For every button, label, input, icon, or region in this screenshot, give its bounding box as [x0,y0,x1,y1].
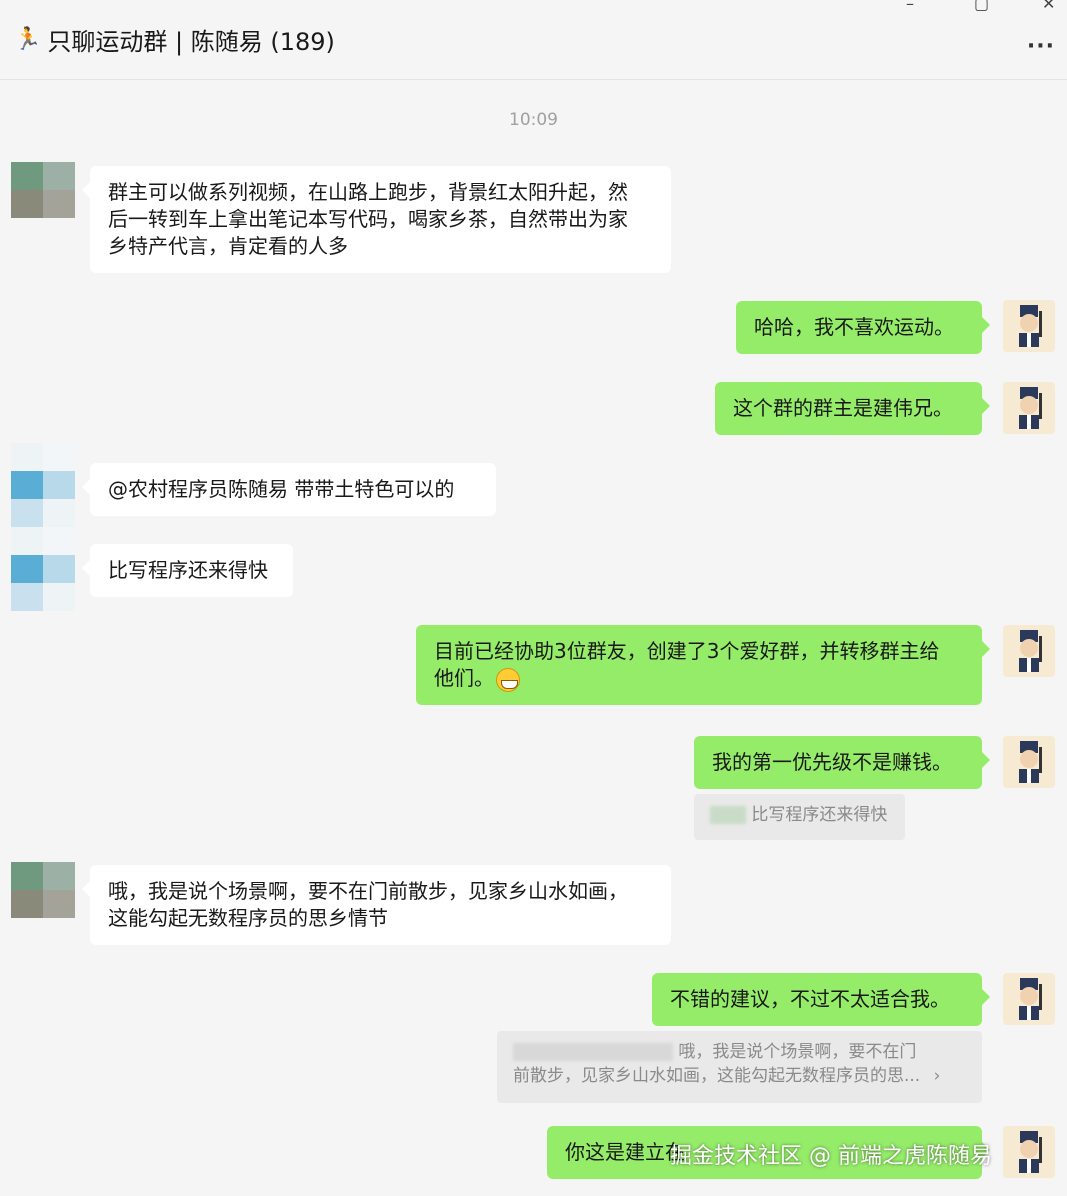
chat-title-wrap: 🏃 只聊运动群 | 陈随易 (189) [14,22,335,57]
cartoon-avatar-icon [1019,630,1042,672]
blurred-sender-name [710,806,746,824]
avatar-self[interactable] [1003,300,1055,352]
avatar-blurred[interactable] [11,862,75,918]
avatar-blurred[interactable] [11,162,75,218]
chat-header: 🏃 只聊运动群 | 陈随易 (189) – ▢ ✕ ··· [0,0,1067,80]
avatar-self[interactable] [1003,382,1055,434]
message-text: 比写程序还来得快 [108,558,268,582]
message-line: 目前已经协助3位群友，创建了3个爱好群，并转移群主给 [434,639,940,663]
message-text: 哈哈，我不喜欢运动。 [754,315,954,339]
quoted-line-wrap: 前散步，见家乡山水如画，这能勾起无数程序员的思... › [513,1064,966,1088]
quoted-message[interactable]: 哦，我是说个场景啊，要不在门 前散步，见家乡山水如画，这能勾起无数程序员的思..… [497,1031,982,1103]
cartoon-avatar-icon [1019,741,1042,783]
cartoon-avatar-icon [1019,305,1042,347]
quoted-text: 前散步，见家乡山水如画，这能勾起无数程序员的思... [513,1066,921,1086]
message-bubble-other[interactable]: @农村程序员陈随易 带带土特色可以的 [82,463,496,516]
message-bubble-self[interactable]: 我的第一优先级不是赚钱。 [694,736,990,789]
message-bubble-self[interactable]: 这个群的群主是建伟兄。 [715,382,990,435]
close-icon[interactable]: ✕ [1042,0,1055,13]
message-bubble-other[interactable]: 哦，我是说个场景啊，要不在门前散步，见家乡山水如画， 这能勾起无数程序员的思乡情… [82,865,671,945]
message-line: 乡特产代言，肯定看的人多 [108,234,348,258]
grin-emoji-icon [496,667,520,692]
message-line: 哦，我是说个场景啊，要不在门前散步，见家乡山水如画， [108,879,628,903]
message-text: 你这是建立在 [565,1140,685,1164]
message-line: 后一转到车上拿出笔记本写代码，喝家乡茶，自然带出为家 [108,207,628,231]
message-text: 我的第一优先级不是赚钱。 [712,750,952,774]
message-bubble-self[interactable]: 目前已经协助3位群友，创建了3个爱好群，并转移群主给 他们。 [416,625,990,705]
message-line: 这能勾起无数程序员的思乡情节 [108,906,388,930]
avatar-blurred[interactable] [11,443,75,611]
minimize-icon[interactable]: – [906,0,914,13]
message-line-wrap: 他们。 [434,665,964,692]
maximize-icon[interactable]: ▢ [974,0,989,13]
quoted-text: 哦，我是说个场景啊，要不在门 [678,1042,917,1062]
message-text: @农村程序员陈随易 带带土特色可以的 [108,477,455,501]
chevron-right-icon: › [933,1066,941,1086]
runner-emoji-icon: 🏃 [14,27,42,52]
message-bubble-self[interactable]: 不错的建议，不过不太适合我。 [652,973,990,1026]
message-timestamp: 10:09 [509,110,558,130]
message-bubble-self[interactable]: 哈哈，我不喜欢运动。 [736,301,990,354]
quoted-line-wrap: 哦，我是说个场景啊，要不在门 [513,1040,966,1064]
message-text: 这个群的群主是建伟兄。 [733,396,953,420]
more-options-button[interactable]: ··· [1027,34,1055,59]
avatar-self[interactable] [1003,625,1055,677]
avatar-self[interactable] [1003,736,1055,788]
quoted-text: 比写程序还来得快 [751,805,888,825]
quoted-message[interactable]: 比写程序还来得快 [694,794,905,840]
avatar-self[interactable] [1003,973,1055,1025]
cartoon-avatar-icon [1019,387,1042,429]
message-text: 不错的建议，不过不太适合我。 [670,987,950,1011]
cartoon-avatar-icon [1019,1131,1042,1173]
watermark: 掘金技术社区 @ 前端之虎陈随易 [670,1144,992,1169]
cartoon-avatar-icon [1019,978,1042,1020]
blurred-sender-name [513,1043,673,1061]
message-bubble-other[interactable]: 群主可以做系列视频，在山路上跑步，背景红太阳升起，然 后一转到车上拿出笔记本写代… [82,166,671,273]
message-line: 他们。 [434,666,494,690]
chat-title[interactable]: 只聊运动群 | 陈随易 (189) [47,22,335,57]
message-bubble-other[interactable]: 比写程序还来得快 [82,544,293,597]
avatar-self[interactable] [1003,1126,1055,1178]
message-line: 群主可以做系列视频，在山路上跑步，背景红太阳升起，然 [108,180,628,204]
